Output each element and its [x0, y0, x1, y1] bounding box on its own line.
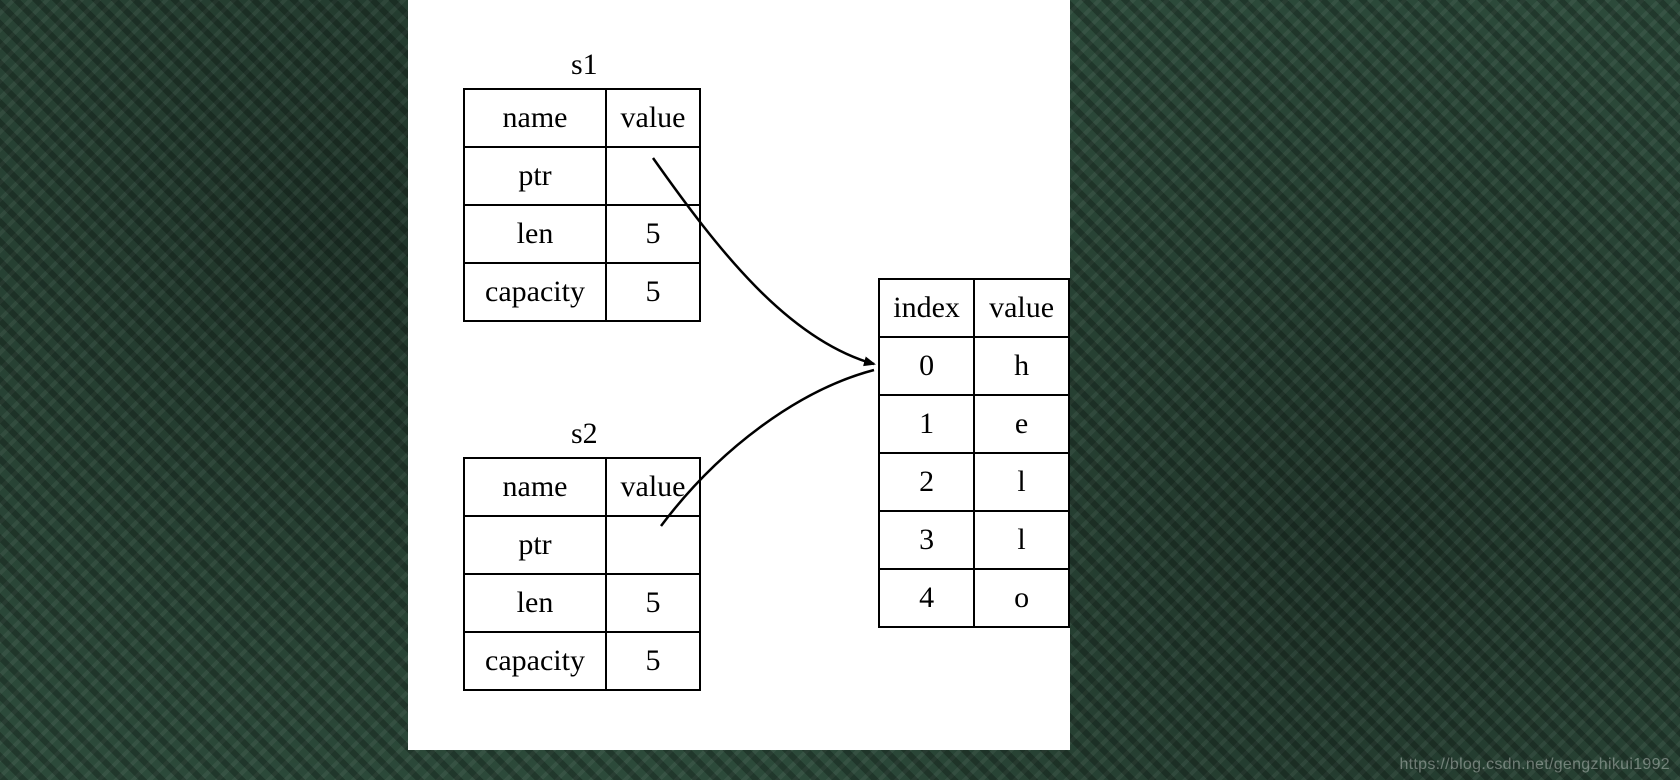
- s1-row-value: [606, 147, 700, 205]
- s2-row-name: ptr: [464, 516, 606, 574]
- heap-row-index: 3: [879, 511, 974, 569]
- table-row: len 5: [464, 205, 700, 263]
- table-row: len 5: [464, 574, 700, 632]
- s1-row-name: capacity: [464, 263, 606, 321]
- table-row: ptr: [464, 516, 700, 574]
- table-row: 2 l: [879, 453, 1069, 511]
- diagram-canvas: s1 name value ptr len 5 capacity 5 s2 na…: [408, 0, 1070, 750]
- s1-row-value: 5: [606, 205, 700, 263]
- s1-row-value: 5: [606, 263, 700, 321]
- heap-row-value: l: [974, 511, 1069, 569]
- heap-header-value: value: [974, 279, 1069, 337]
- table-row: ptr: [464, 147, 700, 205]
- table-row: 4 o: [879, 569, 1069, 627]
- s1-header-name: name: [464, 89, 606, 147]
- s2-row-name: capacity: [464, 632, 606, 690]
- heap-table: index value 0 h 1 e 2 l 3 l 4 o: [878, 278, 1070, 628]
- s2-header-name: name: [464, 458, 606, 516]
- s2-header-value: value: [606, 458, 700, 516]
- heap-header-index: index: [879, 279, 974, 337]
- heap-row-index: 4: [879, 569, 974, 627]
- table-row: capacity 5: [464, 632, 700, 690]
- table-row: name value: [464, 458, 700, 516]
- heap-row-value: o: [974, 569, 1069, 627]
- table-row: 0 h: [879, 337, 1069, 395]
- s2-row-value: 5: [606, 574, 700, 632]
- table-row: name value: [464, 89, 700, 147]
- heap-row-value: l: [974, 453, 1069, 511]
- table-row: index value: [879, 279, 1069, 337]
- s1-table: name value ptr len 5 capacity 5: [463, 88, 701, 322]
- s1-header-value: value: [606, 89, 700, 147]
- s2-row-name: len: [464, 574, 606, 632]
- heap-row-value: e: [974, 395, 1069, 453]
- table-row: 3 l: [879, 511, 1069, 569]
- heap-row-index: 1: [879, 395, 974, 453]
- s1-row-name: ptr: [464, 147, 606, 205]
- watermark: https://blog.csdn.net/gengzhikui1992: [1399, 756, 1670, 774]
- s2-table: name value ptr len 5 capacity 5: [463, 457, 701, 691]
- s2-title: s2: [571, 417, 598, 451]
- heap-row-value: h: [974, 337, 1069, 395]
- table-row: 1 e: [879, 395, 1069, 453]
- s2-row-value: 5: [606, 632, 700, 690]
- s2-row-value: [606, 516, 700, 574]
- heap-row-index: 2: [879, 453, 974, 511]
- table-row: capacity 5: [464, 263, 700, 321]
- s1-title: s1: [571, 48, 598, 82]
- s1-row-name: len: [464, 205, 606, 263]
- heap-row-index: 0: [879, 337, 974, 395]
